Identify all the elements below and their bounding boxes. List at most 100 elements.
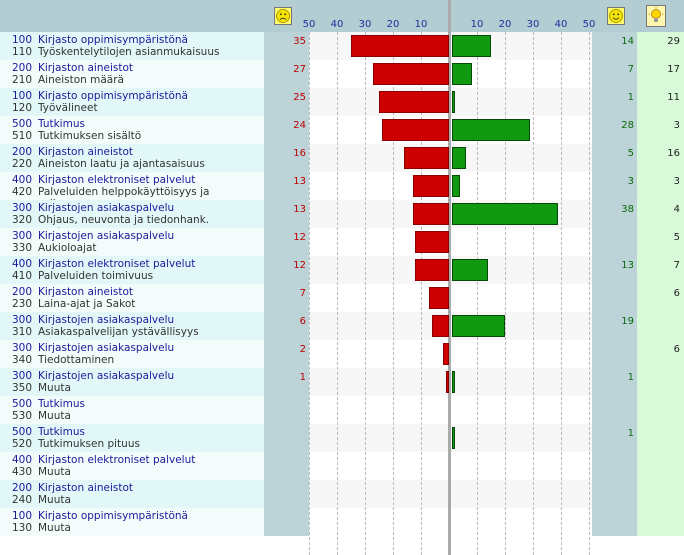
suggestion-count: 6 [637,284,684,312]
category-label: 400 Kirjaston elektroniset palvelut [12,454,196,466]
positive-count [592,284,637,312]
category-label: 300 Kirjastojen asiakaspalvelu [12,342,175,354]
negative-count: 13 [264,200,309,228]
row-label: 500 Tutkimus 520 Tutkimuksen pituus [0,424,264,452]
suggestion-count: 17 [637,60,684,88]
negative-bar [381,119,449,141]
suggestion-count [637,368,684,396]
suggestion-count: 5 [637,228,684,256]
tick-label: 50 [302,19,316,30]
category-label: 500 Tutkimus [12,398,85,410]
suggestion-count [637,508,684,536]
row-label: 500 Tutkimus 510 Tutkimuksen sisältö [0,116,264,144]
category-label: 100 Kirjasto oppimisympäristönä [12,510,188,522]
suggestion-count: 6 [637,340,684,368]
positive-bar [452,371,455,393]
table-row: 100 Kirjasto oppimisympäristönä 130 Muuta [0,508,684,536]
row-label: 100 Kirjasto oppimisympäristönä 110 Työsken… [0,32,264,60]
row-label: 300 Kirjastojen asiakaspalvelu 340 Tiedotta… [0,340,264,368]
negative-bar [373,63,449,85]
row-label: 500 Tutkimus 530 Muuta [0,396,264,424]
negative-bar [443,343,449,365]
row-label: 400 Kirjaston elektroniset palvelut 420 Pal… [0,172,264,210]
positive-bar [452,315,506,337]
tick-label: 20 [386,19,400,30]
tick-label: 50 [582,19,596,30]
negative-bar [412,203,449,225]
gridline [309,32,310,555]
happy-face-icon [607,7,625,25]
negative-bar [415,231,449,253]
category-label: 300 Kirjastojen asiakaspalvelu [12,202,175,214]
negative-count: 1 [264,368,309,396]
negative-bar [432,315,449,337]
row-label: 400 Kirjaston elektroniset palvelut 410 Pal… [0,256,264,284]
positive-count: 38 [592,200,637,228]
category-label: 300 Kirjastojen asiakaspalvelu [12,230,175,242]
gridline [589,32,590,555]
subcategory-label: 350 Muuta [12,382,71,394]
negative-bar [379,91,449,113]
positive-count: 3 [592,172,637,200]
gridline [365,32,366,555]
positive-count: 13 [592,256,637,284]
category-label: 200 Kirjaston aineistot [12,286,133,298]
negative-count: 35 [264,32,309,60]
tick-label: 30 [526,19,540,30]
table-row: 200 Kirjaston aineistot 220 Aineiston laatu… [0,144,684,172]
table-row: 400 Kirjaston elektroniset palvelut 430 Muu… [0,452,684,480]
subcategory-label: 240 Muuta [12,494,71,506]
positive-count [592,228,637,256]
negative-count: 7 [264,284,309,312]
positive-count: 5 [592,144,637,172]
suggestion-count: 11 [637,88,684,116]
positive-bar [452,175,461,197]
negative-bar [351,35,449,57]
positive-count: 7 [592,60,637,88]
positive-count: 1 [592,88,637,116]
positive-bar [452,259,489,281]
lightbulb-icon [646,5,666,27]
suggestion-count [637,312,684,340]
subcategory-label: 230 Laina-ajat ja Sakot [12,298,136,310]
positive-count: 19 [592,312,637,340]
subcategory-label: 130 Muuta [12,522,71,534]
positive-count [592,396,637,424]
row-label: 200 Kirjaston aineistot 230 Laina-ajat ja S… [0,284,264,312]
category-label: 400 Kirjaston elektroniset palvelut [12,258,196,270]
table-row: 400 Kirjaston elektroniset palvelut 410 Pal… [0,256,684,284]
positive-count [592,340,637,368]
table-row: 500 Tutkimus 510 Tutkimuksen sisältö 24 28 3 [0,116,684,144]
category-label: 300 Kirjastojen asiakaspalvelu [12,370,175,382]
suggestion-count: 3 [637,116,684,144]
category-label: 100 Kirjasto oppimisympäristönä [12,90,188,102]
tick-label: 10 [470,19,484,30]
negative-count: 2 [264,340,309,368]
positive-count: 1 [592,424,637,452]
positive-bar [452,63,472,85]
subcategory-label: 510 Tutkimuksen sisältö [12,130,142,142]
negative-bar [429,287,449,309]
negative-count [264,508,309,536]
negative-bar [415,259,449,281]
category-label: 200 Kirjaston aineistot [12,482,133,494]
suggestion-count [637,396,684,424]
table-row: 500 Tutkimus 520 Tutkimuksen pituus 1 [0,424,684,452]
chart-panel: { "colors": {"negative": "#cc0000", "pos… [0,0,684,555]
positive-bar [452,427,455,449]
category-label: 400 Kirjaston elektroniset palvelut [12,174,196,186]
table-row: 300 Kirjastojen asiakaspalvelu 320 Ohjaus, … [0,200,684,238]
category-label: 200 Kirjaston aineistot [12,62,133,74]
negative-count: 6 [264,312,309,340]
suggestion-count [637,480,684,508]
gridline [505,32,506,555]
subcategory-label: 220 Aineiston laatu ja ajantasaisuus [12,158,205,170]
subcategory-label: 330 Aukioloajat [12,242,97,254]
subcategory-label: 530 Muuta [12,410,71,422]
row-label: 200 Kirjaston aineistot 220 Aineiston laatu… [0,144,264,172]
subcategory-label: 120 Työvälineet [12,102,98,114]
table-row: 200 Kirjaston aineistot 240 Muuta [0,480,684,508]
table-row: 200 Kirjaston aineistot 230 Laina-ajat ja S… [0,284,684,312]
gridline [533,32,534,555]
positive-bar [452,91,455,113]
